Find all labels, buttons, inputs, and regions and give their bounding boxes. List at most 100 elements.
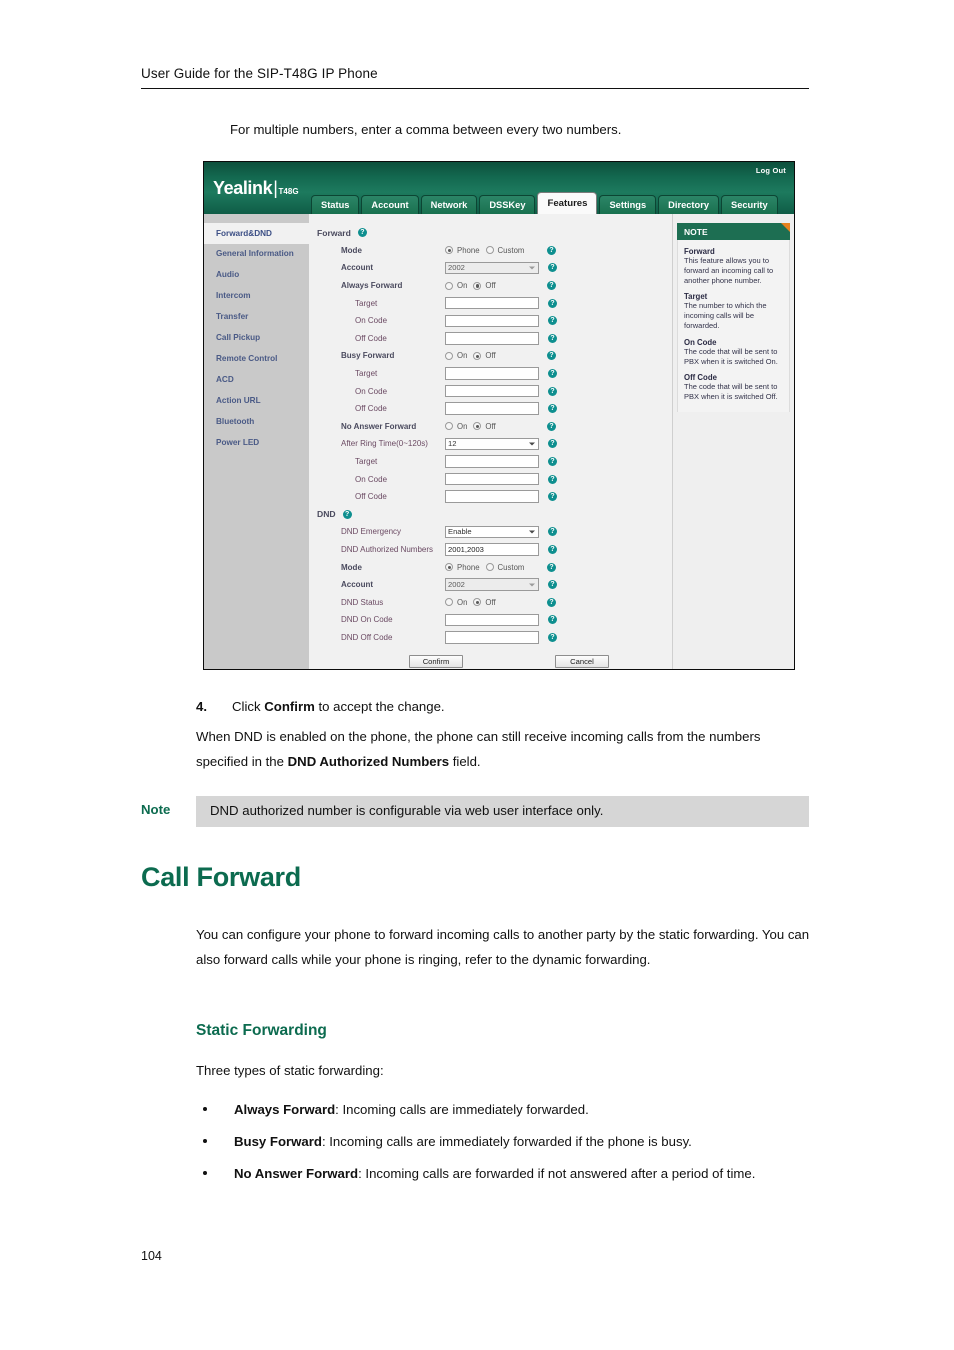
sidebar-item-remote-control[interactable]: Remote Control [204, 348, 309, 369]
input-always-off-code[interactable] [445, 332, 539, 345]
radio-forward-mode-phone[interactable] [445, 246, 453, 255]
radio-no-answer-forward-on[interactable] [445, 422, 453, 431]
help-icon-after-ring-time[interactable]: ? [548, 439, 557, 449]
help-icon-dnd-on-code[interactable]: ? [548, 615, 557, 625]
help-icon-always-target[interactable]: ? [548, 298, 557, 308]
running-head: User Guide for the SIP-T48G IP Phone [141, 66, 809, 89]
radiogroup-forward-mode[interactable]: Phone Custom [445, 246, 541, 255]
tab-dsskey[interactable]: DSSKey [479, 195, 536, 214]
running-head-title: User Guide for the SIP-T48G IP Phone [141, 66, 378, 81]
input-na-on-code[interactable] [445, 472, 539, 486]
help-icon-dnd-mode[interactable]: ? [547, 562, 556, 572]
help-icon-always-on-code[interactable]: ? [548, 316, 557, 326]
label-forward-account: Account [341, 263, 373, 273]
label-always-target: Target [355, 298, 378, 308]
input-always-target[interactable] [445, 296, 539, 310]
row-no-answer-forward: No Answer Forward On Off ? [309, 418, 672, 436]
radio-busy-forward-off[interactable] [473, 351, 482, 360]
select-dnd-emergency[interactable]: Enable [445, 525, 539, 539]
input-busy-off-code[interactable] [445, 402, 539, 415]
radio-no-answer-forward-off[interactable] [473, 422, 482, 431]
radiogroup-dnd-mode[interactable]: Phone Custom [445, 563, 541, 572]
row-forward-account: Account 2002 ? [309, 259, 672, 277]
help-icon-dnd-off-code[interactable]: ? [548, 632, 557, 642]
select-dnd-account[interactable]: 2002 [445, 578, 539, 591]
bullet-dot-icon [203, 1171, 207, 1175]
tab-account[interactable]: Account [361, 195, 419, 214]
help-icon-busy-off-code[interactable]: ? [548, 404, 557, 414]
radio-forward-mode-custom[interactable] [485, 246, 494, 255]
label-after-ring-time: After Ring Time(0~120s) [341, 439, 428, 449]
input-na-off-code[interactable] [445, 490, 539, 503]
label-busy-forward-on: On [457, 351, 468, 361]
radio-dnd-status-on[interactable] [445, 598, 453, 607]
sidebar-item-general-information[interactable]: General Information [204, 244, 309, 264]
help-icon-dnd-account[interactable]: ? [548, 580, 557, 590]
sidebar-item-call-pickup[interactable]: Call Pickup [204, 327, 309, 348]
input-dnd-off-code[interactable] [445, 631, 539, 644]
radio-always-forward-off[interactable] [473, 281, 482, 290]
radio-busy-forward-on[interactable] [445, 351, 453, 360]
step-text-bold: Confirm [264, 699, 315, 714]
help-icon-forward[interactable]: ? [357, 228, 367, 238]
radiogroup-always-forward[interactable]: On Off [445, 281, 541, 290]
label-always-forward-on: On [457, 281, 468, 291]
forward-section-header: Forward ? [309, 224, 672, 242]
help-icon-always-off-code[interactable]: ? [548, 333, 557, 343]
bullet-dot-icon [203, 1139, 207, 1143]
input-busy-on-code[interactable] [445, 384, 539, 398]
sidebar-item-acd[interactable]: ACD [204, 369, 309, 390]
tab-directory[interactable]: Directory [658, 195, 719, 214]
tab-features[interactable]: Features [537, 192, 598, 214]
sidebar-item-transfer[interactable]: Transfer [204, 306, 309, 327]
radio-dnd-mode-phone[interactable] [445, 563, 453, 572]
input-busy-target[interactable] [445, 367, 539, 380]
sidebar-item-action-url[interactable]: Action URL [204, 390, 309, 411]
radio-dnd-status-off[interactable] [473, 598, 482, 607]
help-icon-busy-target[interactable]: ? [548, 369, 557, 379]
help-icon-forward-account[interactable]: ? [548, 263, 557, 273]
radio-dnd-mode-custom[interactable] [485, 563, 494, 572]
radio-always-forward-on[interactable] [445, 281, 453, 290]
help-icon-no-answer-forward[interactable]: ? [547, 421, 556, 431]
radiogroup-no-answer-forward[interactable]: On Off [445, 422, 541, 431]
logout-link[interactable]: Log Out [756, 166, 786, 175]
select-after-ring-time[interactable]: 12 [445, 437, 539, 451]
help-icon-dnd[interactable]: ? [342, 509, 352, 519]
web-ui-sidebar: Forward&DND General Information Audio In… [204, 214, 309, 669]
input-dnd-authorized-numbers[interactable]: 2001,2003 [445, 543, 539, 556]
sidebar-item-bluetooth[interactable]: Bluetooth [204, 411, 309, 432]
sidebar-item-intercom[interactable]: Intercom [204, 285, 309, 306]
help-icon-busy-on-code[interactable]: ? [548, 386, 557, 396]
cancel-button[interactable]: Cancel [555, 655, 609, 669]
help-icon-forward-mode[interactable]: ? [547, 245, 556, 255]
help-icon-always-forward[interactable]: ? [547, 281, 556, 291]
input-na-target[interactable] [445, 455, 539, 468]
dnd-section-header: DND ? [309, 506, 672, 524]
help-icon-busy-forward[interactable]: ? [547, 351, 556, 361]
confirm-button[interactable]: Confirm [409, 655, 463, 669]
dnd-paragraph: When DND is enabled on the phone, the ph… [196, 724, 811, 774]
help-icon-dnd-status[interactable]: ? [547, 597, 556, 607]
help-icon-dnd-authorized-numbers[interactable]: ? [548, 544, 557, 554]
input-dnd-on-code[interactable] [445, 613, 539, 627]
sidebar-item-forward-dnd[interactable]: Forward&DND [204, 223, 309, 244]
tab-status[interactable]: Status [311, 195, 360, 214]
sidebar-item-audio[interactable]: Audio [204, 264, 309, 285]
help-icon-na-on-code[interactable]: ? [548, 474, 557, 484]
row-busy-off-code: Off Code ? [309, 400, 672, 418]
help-icon-na-target[interactable]: ? [548, 457, 557, 467]
tab-security[interactable]: Security [721, 195, 778, 214]
tab-network[interactable]: Network [420, 195, 478, 214]
radiogroup-dnd-status[interactable]: On Off [445, 598, 541, 607]
intro-paragraph: For multiple numbers, enter a comma betw… [230, 122, 622, 137]
radiogroup-busy-forward[interactable]: On Off [445, 351, 541, 360]
help-icon-dnd-emergency[interactable]: ? [548, 527, 557, 537]
help-icon-na-off-code[interactable]: ? [548, 492, 557, 502]
select-forward-account[interactable]: 2002 [445, 261, 539, 275]
sidebar-item-power-led[interactable]: Power LED [204, 432, 309, 453]
select-after-ring-time-value: 12 [448, 439, 457, 449]
note-entry-title-forward: Forward [684, 247, 715, 256]
tab-settings[interactable]: Settings [599, 195, 657, 214]
input-always-on-code[interactable] [445, 314, 539, 328]
